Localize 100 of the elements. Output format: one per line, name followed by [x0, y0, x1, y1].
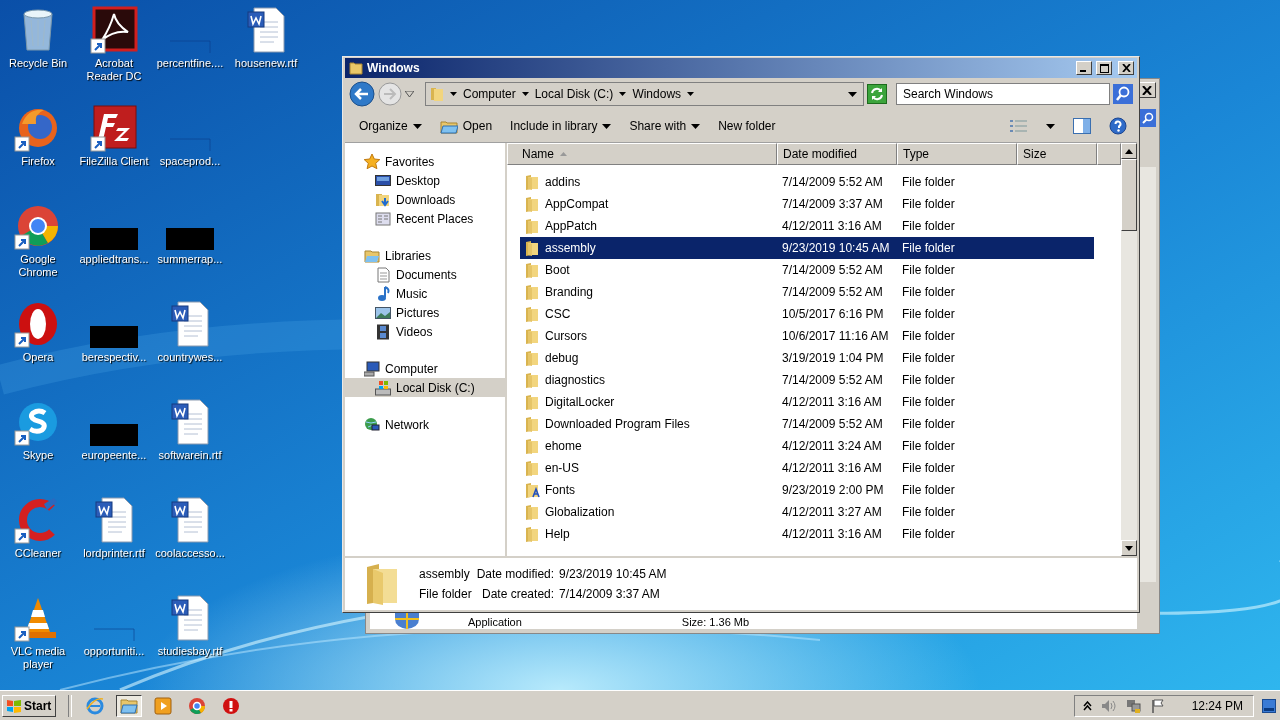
file-row[interactable]: debug 3/19/2019 1:04 PM File folder [520, 347, 1094, 369]
desktop-shortcut[interactable]: summerrap... [152, 202, 228, 300]
file-type: File folder [901, 461, 956, 475]
file-row[interactable]: AppCompat 7/14/2009 3:37 AM File folder [520, 193, 1094, 215]
history-dropdown-icon[interactable] [405, 91, 414, 97]
refresh-button[interactable] [867, 84, 887, 104]
nav-item[interactable]: Pictures [345, 303, 505, 322]
desktop-shortcut[interactable]: europeente... [76, 398, 152, 496]
desktop-shortcut[interactable]: FileZilla Client [76, 104, 152, 202]
breadcrumb[interactable]: Local Disk (C:) [534, 87, 614, 101]
file-name: Downloaded Program Files [545, 417, 690, 431]
toolbar-button[interactable]: Open [439, 118, 493, 134]
desktop-shortcut[interactable]: berespectiv... [76, 300, 152, 398]
file-row[interactable]: ehome 4/12/2011 3:24 AM File folder [520, 435, 1094, 457]
caret-icon[interactable] [450, 92, 457, 96]
breadcrumb[interactable]: Windows [632, 87, 682, 101]
column-header[interactable]: Size [1017, 143, 1097, 165]
desktop-shortcut[interactable]: Acrobat Reader DC [76, 6, 152, 104]
column-header[interactable]: Date modified [777, 143, 897, 165]
nav-item[interactable]: Documents [345, 265, 505, 284]
address-bar[interactable]: Computer Local Disk (C:) Windows [425, 82, 864, 106]
nav-item[interactable]: Desktop [345, 171, 505, 190]
search-button[interactable] [1113, 84, 1133, 104]
desktop-shortcut[interactable]: lordprinter.rtf [76, 496, 152, 594]
file-row[interactable]: en-US 4/12/2011 3:16 AM File folder [520, 457, 1094, 479]
desktop-shortcut[interactable]: CCleaner [0, 496, 76, 594]
nav-item[interactable]: Videos [345, 322, 505, 341]
file-type: File folder [901, 241, 956, 255]
toolbar-button[interactable]: New folder [718, 119, 776, 133]
show-desktop-button[interactable] [1262, 698, 1276, 713]
file-row[interactable]: diagnostics 7/14/2009 5:52 AM File folder [520, 369, 1094, 391]
nav-item[interactable]: Music [345, 284, 505, 303]
address-dropdown-icon[interactable] [848, 91, 857, 97]
file-row[interactable]: assembly 9/23/2019 10:45 AM File folder [520, 237, 1094, 259]
desktop-shortcut[interactable]: countrywes... [152, 300, 228, 398]
show-hidden-icons-button[interactable] [1082, 700, 1092, 711]
caret-icon[interactable] [687, 92, 695, 96]
toolbar-button[interactable]: Include in library [510, 119, 612, 133]
folder-icon [524, 438, 540, 454]
nav-item[interactable]: Downloads [345, 190, 505, 209]
file-row[interactable]: DigitalLocker 4/12/2011 3:16 AM File folder [520, 391, 1094, 413]
scroll-up-button[interactable] [1121, 143, 1137, 159]
down-arrow-icon [1125, 545, 1133, 551]
desktop-shortcut[interactable]: Google Chrome [0, 202, 76, 300]
maximize-button[interactable] [1096, 61, 1112, 75]
caret-icon[interactable] [521, 92, 529, 96]
file-row[interactable]: addins 7/14/2009 5:52 AM File folder [520, 171, 1094, 193]
folder-icon [524, 174, 540, 190]
taskbar-button[interactable] [116, 694, 143, 717]
back-button[interactable] [349, 81, 375, 107]
nav-item[interactable]: Local Disk (C:) [345, 378, 505, 397]
desktop-shortcut[interactable]: Opera [0, 300, 76, 398]
toolbar-button[interactable]: Share with [629, 119, 701, 133]
desktop-shortcut[interactable]: VLC media player [0, 594, 76, 690]
close-button[interactable] [1118, 61, 1134, 75]
file-row[interactable]: Fonts 9/23/2019 2:00 PM File folder [520, 479, 1094, 501]
desktop-shortcut[interactable]: Skype [0, 398, 76, 496]
nav-item[interactable]: Computer [345, 359, 505, 378]
desktop-shortcut[interactable]: spaceprod... [152, 104, 228, 202]
nav-item[interactable]: Libraries [345, 246, 505, 265]
network-icon[interactable] [1125, 698, 1142, 713]
search-field[interactable]: Search Windows [896, 83, 1110, 105]
file-row[interactable]: Cursors 10/6/2017 11:16 AM File folder [520, 325, 1094, 347]
minimize-button[interactable] [1076, 61, 1092, 75]
file-row[interactable]: Help 4/12/2011 3:16 AM File folder [520, 523, 1094, 545]
file-row[interactable]: Branding 7/14/2009 5:52 AM File folder [520, 281, 1094, 303]
file-row[interactable]: Globalization 4/12/2011 3:27 AM File folder [520, 501, 1094, 523]
date-modified: 9/23/2019 10:45 AM [781, 241, 891, 255]
start-button[interactable]: Start [2, 694, 57, 717]
toolbar-button[interactable]: Organize [359, 119, 422, 133]
help-icon[interactable] [1109, 117, 1127, 135]
desktop-shortcut[interactable]: opportuniti... [76, 594, 152, 690]
caret-icon[interactable] [1046, 123, 1055, 129]
search-button[interactable] [1140, 109, 1156, 127]
breadcrumb[interactable]: Computer [463, 87, 516, 101]
nav-item[interactable]: Favorites [345, 152, 505, 171]
column-header[interactable]: Type [897, 143, 1017, 165]
file-row[interactable]: CSC 10/5/2017 6:16 PM File folder [520, 303, 1094, 325]
date-modified: 10/6/2017 11:16 AM [781, 329, 890, 343]
desktop-shortcut[interactable]: Firefox [0, 104, 76, 202]
scrollbar[interactable] [1121, 143, 1137, 556]
desktop-shortcut[interactable]: appliedtrans... [76, 202, 152, 300]
nav-item[interactable]: Network [345, 415, 505, 434]
scroll-thumb[interactable] [1121, 159, 1137, 231]
caret-icon[interactable] [619, 92, 627, 96]
desktop-shortcut[interactable]: Recycle Bin [0, 6, 76, 104]
file-row[interactable]: AppPatch 4/12/2011 3:16 AM File folder [520, 215, 1094, 237]
file-row[interactable]: Downloaded Program Files 7/14/2009 5:52 AM File folder [520, 413, 1094, 435]
file-row[interactable]: Boot 7/14/2009 5:52 AM File folder [520, 259, 1094, 281]
flag-icon[interactable] [1150, 698, 1165, 713]
nav-item[interactable]: Recent Places [345, 209, 505, 228]
column-header[interactable]: Name [507, 143, 777, 165]
desktop-shortcut[interactable]: softwarein.rtf [152, 398, 228, 496]
desktop-shortcut[interactable]: coolaccesso... [152, 496, 228, 594]
desktop-shortcut[interactable]: housenew.rtf [228, 6, 304, 104]
stop-icon [222, 696, 241, 715]
scroll-down-button[interactable] [1121, 540, 1137, 556]
clock[interactable]: 12:24 PM [1191, 698, 1243, 713]
preview-pane-icon[interactable] [1073, 118, 1091, 134]
desktop-shortcut[interactable]: percentfine.... [152, 6, 228, 104]
